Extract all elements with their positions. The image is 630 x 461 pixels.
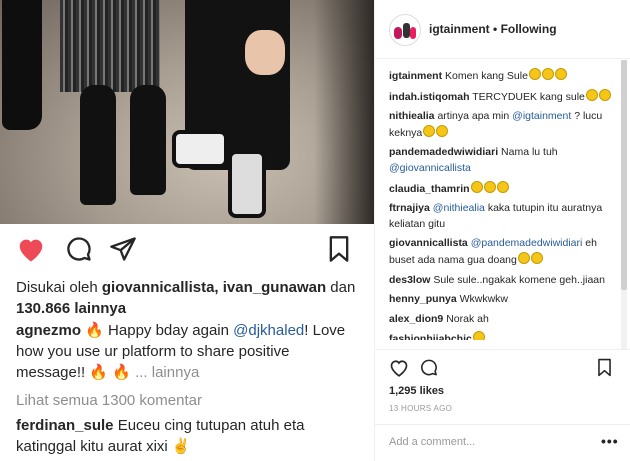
photo-sneaker-2 [228,150,266,218]
caption-text-pre: Happy bday again [108,322,229,339]
emoji-icon [598,88,611,101]
emoji-icon [436,124,449,137]
comment-text: Sule sule..ngakak komene geh..jiaan [433,273,605,286]
comments-scrollbar[interactable] [621,60,627,350]
comment-username[interactable]: alex_dion9 [389,313,443,325]
list-item: claudia_thamrin [389,180,614,198]
victory-hand-emoji-icon: ✌ [171,438,191,455]
list-item: igtainment Komen kang Sule [389,68,614,85]
heart-outline-icon[interactable] [389,358,409,377]
left-comment-username[interactable]: ferdinan_sule [16,417,114,434]
liked-by-text: Disukai oleh giovannicallista, ivan_guna… [16,277,361,319]
list-item: nithiealia artinya apa min @igtainment ?… [389,109,614,141]
comment-text: Norak ah [446,312,489,325]
avatar[interactable] [389,14,421,46]
photo-shadow [314,0,374,224]
emoji-icon [541,68,554,80]
liked-by-count[interactable]: 130.866 lainnya [16,300,126,317]
comment-username[interactable]: ftrnajiya [389,202,430,214]
comment-text: artinya apa min [437,110,510,123]
comment-text: Wkwkwkw [459,293,509,306]
list-item: fashionhijabchic [389,331,614,340]
emoji-icon [554,68,567,80]
more-options-icon[interactable]: ••• [601,433,619,449]
list-item: des3low Sule sule..ngakak komene geh..ji… [389,273,614,289]
emoji-icon [517,251,530,264]
comment-mention[interactable]: @giovannicallista [389,162,471,174]
list-item: ftrnajiya @nithiealia kaka tutupin itu a… [389,201,614,232]
likes-count[interactable]: 1,295 likes [389,385,444,397]
photo-leg-right [130,85,166,195]
left-action-bar [16,235,358,267]
comment-text: TERCYDUEK kang sule [472,90,585,103]
post-timestamp[interactable]: 13 HOURS AGO [389,404,452,413]
comment-username[interactable]: igtainment [389,70,442,82]
comment-icon[interactable] [419,358,439,377]
photo-leg-left [80,85,116,205]
comment-text: Nama lu tuh [501,146,558,159]
fire-emoji-icon: 🔥 🔥 [89,364,131,381]
header-separator: • [493,22,498,36]
divider [375,424,630,425]
heart-icon[interactable] [16,235,46,263]
left-comment: ferdinan_sule Euceu cing tutupan atuh et… [16,415,361,457]
comment-username[interactable]: fashionhijabchic [389,333,472,340]
comment-username[interactable]: indah.istiqomah [389,91,470,103]
add-comment-input[interactable]: Add a comment... [389,436,475,448]
fire-emoji-icon: 🔥 [85,322,104,339]
phone-post-screenshot: Disukai oleh giovannicallista, ivan_guna… [0,0,374,461]
right-action-bar [389,358,617,380]
emoji-icon [423,124,436,137]
view-all-comments-link[interactable]: Lihat semua 1300 komentar [16,390,361,411]
caption-username[interactable]: agnezmo [16,322,81,339]
comment-username[interactable]: des3low [389,274,430,286]
list-item: indah.istiqomah TERCYDUEK kang sule [389,88,614,106]
photo-boot-left [2,0,42,130]
post-photo [0,0,374,224]
photo-hand [245,30,285,75]
comment-text: Komen kang Sule [445,70,528,82]
bookmark-icon[interactable] [597,358,612,377]
emoji-icon [585,88,598,101]
comment-username[interactable]: henny_punya [389,293,457,305]
panel-header: igtainment • Following [375,0,630,59]
header-username-row: igtainment • Following [429,22,557,36]
emoji-icon [496,180,509,193]
comment-username[interactable]: pandemadedwiwidiari [389,146,498,158]
comment-mention[interactable]: @igtainment [512,110,571,122]
comment-mention[interactable]: @pandemadedwiwidiari [471,237,583,249]
photo-skirt [60,0,160,92]
divider [375,349,630,350]
emoji-icon [470,180,483,193]
caption-more-link[interactable]: ... lainnya [135,364,199,381]
following-button[interactable]: Following [501,22,557,36]
comment-icon[interactable] [64,235,94,263]
photo-sneaker-1 [172,130,228,168]
emoji-icon [472,331,485,340]
liked-by-and: dan [330,279,356,296]
scrollbar-thumb[interactable] [621,60,627,290]
emoji-icon [530,251,543,264]
caption-mention[interactable]: @djkhaled [233,322,304,339]
comment-username[interactable]: nithiealia [389,110,435,122]
list-item: giovannicallista @pandemadedwiwidiari eh… [389,236,614,268]
emoji-icon [483,180,496,193]
comments-panel: igtainment • Following igtainment Komen … [374,0,630,461]
share-icon[interactable] [108,235,138,263]
bookmark-icon[interactable] [328,235,350,263]
comment-username[interactable]: claudia_thamrin [389,183,470,195]
list-item: alex_dion9 Norak ah [389,312,614,328]
comment-username[interactable]: giovannicallista [389,237,468,249]
liked-by-names[interactable]: giovannicallista, ivan_gunawan [102,279,326,296]
liked-by-prefix: Disukai oleh [16,279,98,296]
comment-list: igtainment Komen kang Sule indah.istiqoma… [389,68,614,340]
list-item: pandemadedwiwidiari Nama lu tuh @giovann… [389,145,614,176]
header-username[interactable]: igtainment [429,22,490,36]
emoji-icon [528,68,541,80]
post-caption: agnezmo 🔥 Happy bday again @djkhaled! Lo… [16,320,361,383]
list-item: henny_punya Wkwkwkw [389,292,614,308]
comment-mention[interactable]: @nithiealia [433,202,485,214]
